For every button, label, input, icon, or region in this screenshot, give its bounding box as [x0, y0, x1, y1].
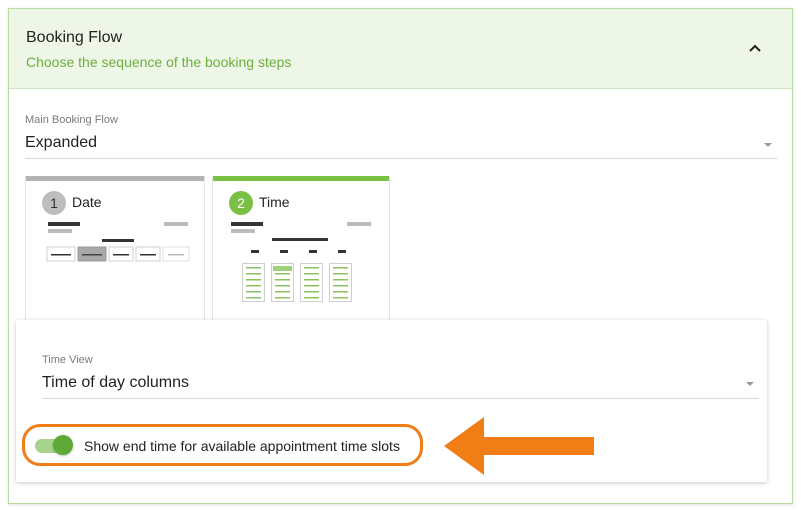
- panel-title: Booking Flow: [26, 29, 123, 46]
- time-view-label: Time View: [42, 354, 93, 366]
- time-view-dropdown-icon[interactable]: [746, 382, 754, 386]
- annotation-arrow-icon: [444, 417, 594, 475]
- panel-header[interactable]: Booking Flow Choose the sequence of the …: [9, 9, 792, 89]
- time-view-underline: [42, 398, 759, 399]
- main-flow-underline: [25, 158, 777, 159]
- show-end-time-label: Show end time for available appointment …: [84, 438, 400, 454]
- main-flow-label: Main Booking Flow: [25, 114, 118, 126]
- time-view-select[interactable]: Time of day columns: [42, 374, 189, 392]
- step-tab-date[interactable]: 1 Date: [25, 176, 205, 328]
- panel-subtitle: Choose the sequence of the booking steps: [26, 54, 292, 70]
- date-step-preview-icon: [46, 222, 190, 262]
- main-flow-select[interactable]: Expanded: [25, 134, 97, 152]
- main-flow-dropdown-icon[interactable]: [764, 143, 772, 147]
- chevron-up-icon: [749, 44, 761, 52]
- time-step-preview-icon: [231, 222, 371, 302]
- collapse-button[interactable]: [746, 39, 764, 57]
- toggle-thumb[interactable]: [53, 435, 73, 455]
- step-tab-time[interactable]: 2 Time: [212, 176, 390, 328]
